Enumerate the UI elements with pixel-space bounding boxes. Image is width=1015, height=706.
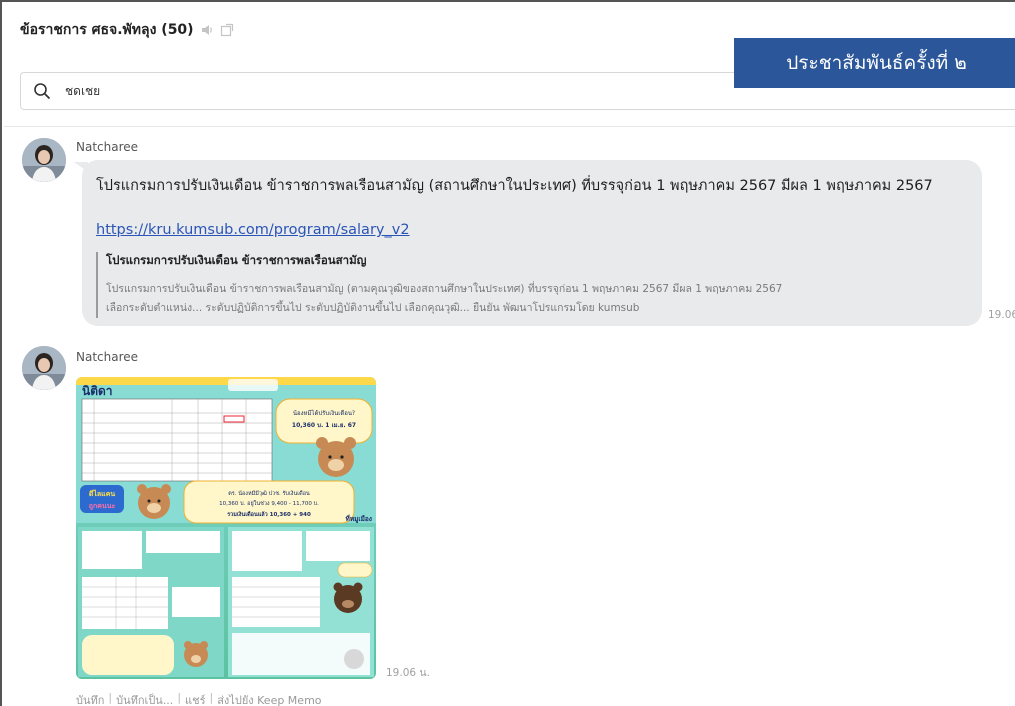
save-as-action[interactable]: บันทึกเป็น...	[116, 691, 173, 706]
message-text: โปรแกรมการปรับเงินเดือน ข้าราชการพลเรือน…	[96, 178, 933, 194]
action-separator: |	[177, 691, 182, 704]
sender-name[interactable]: Natcharee	[76, 140, 138, 154]
link-preview-line: เลือกระดับตำแหน่ง... ระดับปฏิบัติการขึ้น…	[106, 302, 640, 314]
message-bubble[interactable]: โปรแกรมการปรับเงินเดือน ข้าราชการพลเรือน…	[82, 160, 982, 326]
link-preview[interactable]: โปรแกรมการปรับเงินเดือน ข้าราชการพลเรือน…	[96, 252, 782, 318]
svg-text:รวมเงินเดือนแล้ว 10,360 + 940: รวมเงินเดือนแล้ว 10,360 + 940	[227, 510, 311, 518]
sender-name[interactable]: Natcharee	[76, 350, 138, 364]
popout-window-icon[interactable]	[220, 23, 234, 37]
link-preview-description: โปรแกรมการปรับเงินเดือน ข้าราชการพลเรือน…	[106, 280, 782, 318]
link-preview-title: โปรแกรมการปรับเงินเดือน ข้าราชการพลเรือน…	[106, 253, 367, 267]
action-separator: |	[108, 691, 113, 704]
poster-title: นิติดา	[82, 384, 113, 398]
search-input[interactable]	[65, 84, 465, 98]
svg-text:ดีไลแคน: ดีไลแคน	[88, 489, 115, 498]
save-action[interactable]: บันทึก	[76, 691, 104, 706]
chat-title: ข้อราชการ ศธจ.พัทลุง (50)	[20, 22, 194, 38]
speaker-muted-icon[interactable]	[200, 23, 214, 37]
message-timestamp: 19.06 น.	[386, 667, 430, 679]
share-action[interactable]: แชร์	[185, 691, 205, 706]
svg-text:ถูกคนนะ: ถูกคนนะ	[89, 502, 116, 511]
svg-text:ตร. น้องหมีมีวุฒิ ปวช. รับเงิน: ตร. น้องหมีมีวุฒิ ปวช. รับเงินเดือน	[228, 490, 310, 497]
image-attachment[interactable]: นิติดา น้องหมีได้ปรับเงินเดือน? 10,360 บ…	[76, 377, 376, 679]
svg-text:น้องหมีได้ปรับเงินเดือน?: น้องหมีได้ปรับเงินเดือน?	[293, 409, 355, 417]
chat-header: ข้อราชการ ศธจ.พัทลุง (50)	[20, 18, 234, 42]
announcement-banner: ประชาสัมพันธ์ครั้งที่ ๒	[734, 38, 1015, 88]
send-to-keep-action[interactable]: ส่งไปยัง Keep Memo	[217, 691, 321, 706]
message-link[interactable]: https://kru.kumsub.com/program/salary_v2	[96, 222, 410, 238]
action-separator: |	[209, 691, 214, 704]
svg-text:10,360 บ. อยู่ในช่วง 9,400 - 1: 10,360 บ. อยู่ในช่วง 9,400 - 11,700 บ.	[219, 500, 319, 507]
svg-text:ที่หมูเมือง: ที่หมูเมือง	[346, 513, 372, 524]
avatar[interactable]	[22, 138, 66, 182]
message-timestamp: 19.06	[988, 309, 1015, 321]
header-divider	[4, 126, 1015, 127]
avatar[interactable]	[22, 346, 66, 390]
chat-window: ข้อราชการ ศธจ.พัทลุง (50) ประชาสัมพันธ์ค…	[0, 0, 1015, 706]
search-icon	[33, 82, 51, 100]
svg-text:10,360 บ. 1 เม.ย. 67: 10,360 บ. 1 เม.ย. 67	[292, 422, 356, 429]
link-preview-line: โปรแกรมการปรับเงินเดือน ข้าราชการพลเรือน…	[106, 283, 783, 295]
message-actions: บันทึก | บันทึกเป็น... | แชร์ | ส่งไปยัง…	[76, 691, 322, 706]
